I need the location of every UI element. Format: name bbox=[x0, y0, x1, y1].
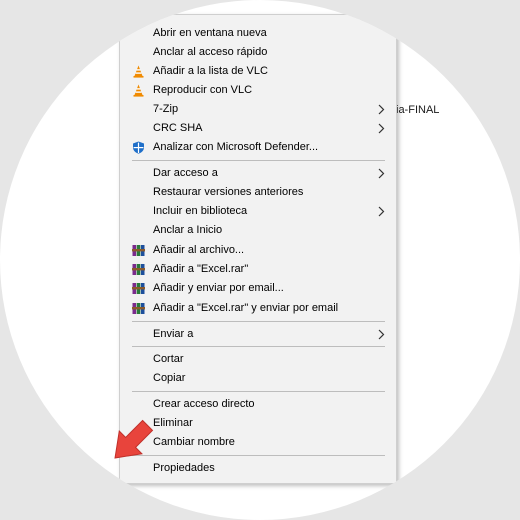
menu-item-label: Añadir y enviar por email... bbox=[153, 282, 284, 294]
menu-item-analizar-defender[interactable]: Analizar con Microsoft Defender... bbox=[120, 138, 396, 157]
winrar-books-icon bbox=[132, 303, 145, 314]
menu-item-dar-acceso[interactable]: Dar acceso a bbox=[120, 164, 396, 183]
pointer-arrow-icon bbox=[114, 419, 154, 459]
menu-item-enviar-a[interactable]: Enviar a bbox=[120, 325, 396, 344]
chevron-right-icon bbox=[378, 104, 385, 115]
menu-item-abrir-ventana-nueva[interactable]: Abrir en ventana nueva bbox=[120, 24, 396, 43]
menu-item-reproducir-vlc[interactable]: Reproducir con VLC bbox=[120, 81, 396, 100]
menu-item-anadir-archivo[interactable]: Añadir al archivo... bbox=[120, 241, 396, 260]
menu-separator bbox=[132, 391, 385, 392]
menu-item-label: CRC SHA bbox=[153, 122, 203, 134]
chevron-right-icon bbox=[378, 123, 385, 134]
menu-item-cambiar-nombre[interactable]: Cambiar nombre bbox=[120, 433, 396, 452]
chevron-right-icon bbox=[378, 206, 385, 217]
menu-item-label: Incluir en biblioteca bbox=[153, 205, 248, 217]
menu-separator bbox=[132, 346, 385, 347]
background-filename: ia-FINAL bbox=[396, 104, 440, 116]
menu-item-label: Añadir a "Excel.rar" y enviar por email bbox=[153, 302, 339, 314]
menu-item-label: Copiar bbox=[153, 372, 186, 384]
menu-item-label: Añadir a la lista de VLC bbox=[153, 65, 268, 77]
menu-item-label: Cambiar nombre bbox=[153, 436, 235, 448]
menu-item-eliminar[interactable]: Eliminar bbox=[120, 414, 396, 433]
menu-item-anadir-enviar-email[interactable]: Añadir y enviar por email... bbox=[120, 279, 396, 298]
context-menu: Abrir en ventana nueva Anclar al acceso … bbox=[119, 14, 397, 484]
menu-item-label: Añadir a "Excel.rar" bbox=[153, 263, 249, 275]
winrar-books-icon bbox=[132, 283, 145, 294]
defender-shield-icon bbox=[133, 141, 144, 154]
menu-item-label: Anclar al acceso rápido bbox=[153, 46, 268, 58]
menu-item-label: Crear acceso directo bbox=[153, 398, 255, 410]
vlc-cone-icon bbox=[133, 65, 144, 78]
menu-separator bbox=[132, 321, 385, 322]
menu-item-label: Analizar con Microsoft Defender... bbox=[153, 141, 319, 153]
menu-item-label: 7-Zip bbox=[153, 103, 179, 115]
menu-item-crear-acceso-directo[interactable]: Crear acceso directo bbox=[120, 395, 396, 414]
menu-item-label: Restaurar versiones anteriores bbox=[153, 186, 304, 198]
menu-item-restaurar-versiones[interactable]: Restaurar versiones anteriores bbox=[120, 183, 396, 202]
menu-item-label: Dar acceso a bbox=[153, 167, 218, 179]
menu-item-incluir-biblioteca[interactable]: Incluir en biblioteca bbox=[120, 202, 396, 221]
menu-item-label: Anclar a Inicio bbox=[153, 224, 223, 236]
menu-item-label: Cortar bbox=[153, 353, 184, 365]
menu-item-crc-sha[interactable]: CRC SHA bbox=[120, 119, 396, 138]
menu-item-cortar[interactable]: Cortar bbox=[120, 350, 396, 369]
menu-item-label: Añadir al archivo... bbox=[153, 244, 245, 256]
menu-item-anadir-excel-rar[interactable]: Añadir a "Excel.rar" bbox=[120, 260, 396, 279]
circular-frame: ia-FINAL Abrir en ventana nueva Anclar a… bbox=[0, 0, 520, 520]
menu-item-label: Enviar a bbox=[153, 328, 194, 340]
menu-item-propiedades[interactable]: Propiedades bbox=[120, 459, 396, 478]
menu-item-label: Propiedades bbox=[153, 462, 215, 474]
vlc-cone-icon bbox=[133, 84, 144, 97]
menu-item-anclar-inicio[interactable]: Anclar a Inicio bbox=[120, 221, 396, 240]
menu-item-anadir-lista-vlc[interactable]: Añadir a la lista de VLC bbox=[120, 62, 396, 81]
chevron-right-icon bbox=[378, 168, 385, 179]
menu-separator bbox=[132, 455, 385, 456]
menu-item-label: Abrir en ventana nueva bbox=[153, 27, 267, 39]
menu-item-copiar[interactable]: Copiar bbox=[120, 369, 396, 388]
menu-item-7zip[interactable]: 7-Zip bbox=[120, 100, 396, 119]
menu-item-anclar-acceso-rapido[interactable]: Anclar al acceso rápido bbox=[120, 43, 396, 62]
winrar-books-icon bbox=[132, 264, 145, 275]
menu-item-anadir-excel-rar-email[interactable]: Añadir a "Excel.rar" y enviar por email bbox=[120, 299, 396, 318]
chevron-right-icon bbox=[378, 329, 385, 340]
winrar-books-icon bbox=[132, 245, 145, 256]
menu-separator bbox=[132, 160, 385, 161]
menu-item-label: Reproducir con VLC bbox=[153, 84, 253, 96]
